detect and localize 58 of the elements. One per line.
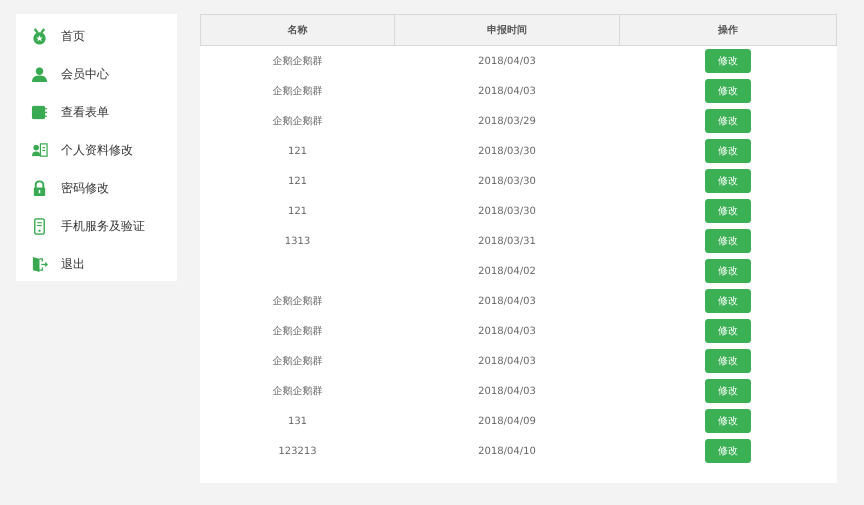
table-cell: 企鹅企鹅群 xyxy=(272,356,322,367)
edit-button[interactable]: 修改 xyxy=(705,79,751,103)
column-header: 名称 xyxy=(200,14,394,46)
table-cell: 2018/04/03 xyxy=(478,296,536,306)
book-icon xyxy=(31,104,48,120)
edit-button[interactable]: 修改 xyxy=(705,139,751,163)
edit-button[interactable]: 修改 xyxy=(705,409,751,433)
table-cell: 121 xyxy=(288,176,308,186)
edit-button[interactable]: 修改 xyxy=(705,289,751,313)
edit-button[interactable]: 修改 xyxy=(705,259,751,283)
medal-icon xyxy=(31,28,48,44)
column-header: 操作 xyxy=(620,14,836,46)
edit-button[interactable]: 修改 xyxy=(705,49,751,73)
exit-icon xyxy=(31,256,48,272)
column-header: 申报时间 xyxy=(394,14,620,46)
edit-button[interactable]: 修改 xyxy=(705,349,751,373)
table-cell: 2018/03/29 xyxy=(478,116,536,126)
table-cell: 2018/04/03 xyxy=(478,356,536,366)
table-cell: 2018/04/03 xyxy=(478,386,536,396)
edit-button[interactable]: 修改 xyxy=(705,199,751,223)
edit-button[interactable]: 修改 xyxy=(705,169,751,193)
sidebar-item[interactable]: 密码修改 xyxy=(16,169,177,207)
sidebar-item[interactable]: 查看表单 xyxy=(16,93,177,131)
table-cell: 2018/04/03 xyxy=(478,56,536,66)
sidebar-item[interactable]: 个人资料修改 xyxy=(16,131,177,169)
edit-button[interactable]: 修改 xyxy=(705,379,751,403)
table-cell: 企鹅企鹅群 xyxy=(272,296,322,307)
table-cell: 企鹅企鹅群 xyxy=(272,116,322,127)
table-cell: 企鹅企鹅群 xyxy=(272,56,322,67)
table-cell: 1313 xyxy=(284,236,310,246)
sidebar-item[interactable]: 首页 xyxy=(16,17,177,55)
table-cell: 企鹅企鹅群 xyxy=(272,86,322,97)
table-cell: 2018/03/30 xyxy=(478,146,536,156)
table-cell: 企鹅企鹅群 xyxy=(272,326,322,337)
table-cell: 2018/04/09 xyxy=(478,416,536,426)
table-cell: 2018/03/30 xyxy=(478,176,536,186)
table-cell: 121 xyxy=(288,206,308,216)
table-cell: 123213 xyxy=(278,446,317,456)
lock-icon xyxy=(31,180,48,196)
table-cell: 企鹅企鹅群 xyxy=(272,386,322,397)
table-cell: 131 xyxy=(288,416,308,426)
edit-button[interactable]: 修改 xyxy=(705,439,751,463)
table-cell: 2018/04/03 xyxy=(478,326,536,336)
sidebar-item[interactable]: 退出 xyxy=(16,245,177,283)
edit-button[interactable]: 修改 xyxy=(705,319,751,343)
edit-button[interactable]: 修改 xyxy=(705,109,751,133)
table-cell: 121 xyxy=(288,146,308,156)
table-cell: 2018/04/03 xyxy=(478,86,536,96)
user-icon xyxy=(31,66,48,82)
sidebar-item[interactable]: 手机服务及验证 xyxy=(16,207,177,245)
table-cell: 2018/03/30 xyxy=(478,206,536,216)
table-cell: 2018/04/10 xyxy=(478,446,536,456)
sidebar-item[interactable]: 会员中心 xyxy=(16,55,177,93)
phone-icon xyxy=(31,218,48,234)
table-cell: 2018/03/31 xyxy=(478,236,536,246)
edit-button[interactable]: 修改 xyxy=(705,229,751,253)
table-cell: 2018/04/02 xyxy=(478,266,536,276)
id-card-icon xyxy=(31,142,48,158)
